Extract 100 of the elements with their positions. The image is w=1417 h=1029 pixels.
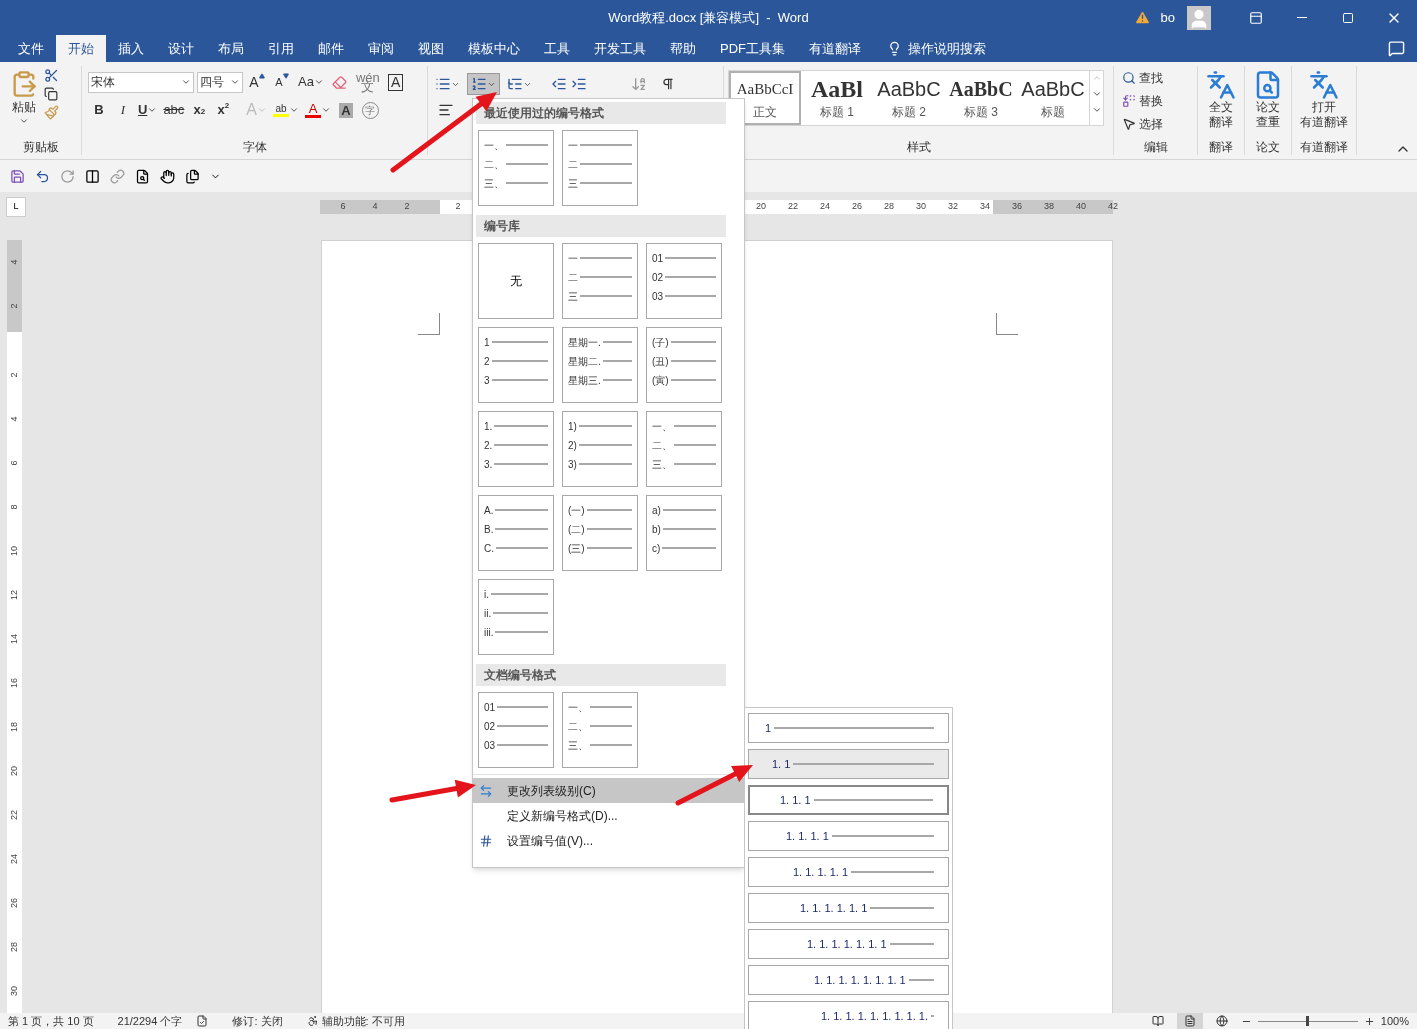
track-changes-status[interactable]: 修订: 关闭: [232, 1012, 283, 1029]
menu-tab[interactable]: 文件: [6, 35, 56, 62]
font-color-button[interactable]: A: [303, 99, 334, 121]
list-level-option[interactable]: 1: [748, 713, 949, 743]
numbering-format-tile[interactable]: 无: [478, 243, 554, 319]
grow-font-button[interactable]: A: [246, 71, 268, 93]
shrink-font-button[interactable]: A: [271, 71, 293, 93]
accessibility-status[interactable]: 辅助功能: 不可用: [321, 1012, 405, 1029]
list-level-option[interactable]: 1. 1. 1. 1. 1. 1. 1. 1. 1.: [748, 1001, 949, 1029]
menu-tab[interactable]: 审阅: [356, 35, 406, 62]
highlight-button[interactable]: ab: [271, 99, 302, 121]
menu-tab[interactable]: PDF工具集: [708, 35, 797, 62]
list-level-option[interactable]: 1. 1. 1. 1. 1. 1. 1. 1: [748, 965, 949, 995]
menu-tab[interactable]: 视图: [406, 35, 456, 62]
zoom-in-icon[interactable]: [1363, 1015, 1375, 1027]
font-name-field[interactable]: 宋体: [88, 71, 194, 93]
list-level-option[interactable]: 1. 1. 1: [748, 785, 949, 815]
style-preset[interactable]: AaBbC 标题 2: [873, 71, 945, 125]
change-case-button[interactable]: Aa: [296, 71, 326, 93]
numbering-format-tile[interactable]: 一、 二、 三、: [478, 130, 554, 206]
numbering-format-tile[interactable]: 01 02 03: [478, 692, 554, 768]
menu-tab[interactable]: 有道翻译: [797, 35, 873, 62]
tab-selector[interactable]: L: [6, 197, 26, 217]
numbering-format-tile[interactable]: 一、 二、 三、: [646, 411, 722, 487]
menu-tab[interactable]: 引用: [256, 35, 306, 62]
ribbon-large-button[interactable]: 全文 翻译: [1206, 66, 1236, 130]
ruler-number: 10: [7, 545, 20, 558]
proofing-icon[interactable]: [196, 1015, 209, 1027]
zoom-slider-thumb[interactable]: [1306, 1016, 1310, 1026]
numbering-format-tile[interactable]: 01 02 03: [646, 243, 722, 319]
cut-icon[interactable]: [44, 68, 59, 83]
list-level-option[interactable]: 1. 1. 1. 1. 1. 1. 1: [748, 929, 949, 959]
sort-icon[interactable]: [631, 76, 647, 92]
underline-button[interactable]: U: [136, 99, 160, 121]
menu-item[interactable]: 更改列表级别(C): [473, 778, 744, 803]
menu-item[interactable]: 定义新编号格式(D)...: [473, 803, 744, 828]
numbering-format-tile[interactable]: 一、 二、 三、: [562, 692, 638, 768]
save-icon[interactable]: [10, 168, 25, 184]
ribbon-large-button[interactable]: 打开 有道翻译: [1300, 66, 1348, 130]
editing-command[interactable]: 选择: [1122, 112, 1189, 135]
menu-tab[interactable]: 模板中心: [456, 35, 532, 62]
print-preview-icon[interactable]: [135, 168, 150, 184]
menu-tab[interactable]: 设计: [156, 35, 206, 62]
superscript-button[interactable]: x$^{2}$: [212, 99, 235, 121]
numbering-format-tile[interactable]: 星期一. 星期二. 星期三.: [562, 327, 638, 403]
numbering-format-tile[interactable]: 1. 2. 3.: [478, 411, 554, 487]
menu-tab[interactable]: 邮件: [306, 35, 356, 62]
menu-tab[interactable]: 插入: [106, 35, 156, 62]
decrease-indent-icon[interactable]: [551, 76, 567, 92]
undo-icon[interactable]: [35, 168, 50, 184]
show-marks-icon[interactable]: [661, 77, 675, 91]
numbering-format-tile[interactable]: 一 二 三: [562, 130, 638, 206]
list-level-option[interactable]: 1. 1. 1. 1. 1: [748, 857, 949, 887]
numbering-format-tile[interactable]: a) b) c): [646, 495, 722, 571]
menu-tab[interactable]: 帮助: [658, 35, 708, 62]
italic-button[interactable]: I: [112, 99, 134, 121]
bold-button[interactable]: B: [88, 99, 110, 121]
style-preset[interactable]: AaBl 标题 1: [801, 71, 873, 125]
character-shading-button[interactable]: A: [335, 99, 358, 121]
copy-icon[interactable]: [44, 87, 58, 101]
list-level-option[interactable]: 1. 1: [748, 749, 949, 779]
ribbon-display-icon: [1249, 10, 1263, 25]
numbering-format-tile[interactable]: (子) (丑) (寅): [646, 327, 722, 403]
list-level-option[interactable]: 1. 1. 1. 1. 1. 1: [748, 893, 949, 923]
view-mode-button[interactable]: [1176, 1013, 1203, 1029]
phonetic-guide-button[interactable]: wén 文: [353, 71, 382, 93]
ribbon-large-button[interactable]: 论文 查重: [1253, 66, 1283, 130]
numbering-format-tile[interactable]: A. B. C.: [478, 495, 554, 571]
numbering-button[interactable]: [467, 73, 500, 95]
zoom-level[interactable]: 100%: [1380, 1012, 1409, 1029]
align-left-icon[interactable]: [438, 102, 454, 118]
menu-item[interactable]: 设置编号值(V)...: [473, 828, 744, 853]
tell-me-search[interactable]: 操作说明搜索: [902, 35, 992, 62]
increase-indent-icon[interactable]: [571, 76, 587, 92]
strikethrough-button[interactable]: abc: [161, 99, 187, 121]
page-count[interactable]: 第 1 页，共 10 页: [8, 1012, 94, 1029]
style-preset[interactable]: AaBbC 标题 3: [945, 71, 1017, 125]
numbering-format-tile[interactable]: (一) (二) (三): [562, 495, 638, 571]
list-level-option[interactable]: 1. 1. 1. 1: [748, 821, 949, 851]
editing-command[interactable]: 查找: [1122, 66, 1189, 89]
numbering-format-tile[interactable]: 一 二 三: [562, 243, 638, 319]
style-preset[interactable]: AaBbC 标题: [1017, 71, 1089, 125]
word-count[interactable]: 21/2294 个字: [117, 1012, 183, 1029]
comments-icon[interactable]: [1388, 40, 1405, 57]
editing-command[interactable]: 替换: [1122, 89, 1189, 112]
menu-tab[interactable]: 布局: [206, 35, 256, 62]
menu-tab[interactable]: 开始: [56, 35, 106, 62]
menu-tab[interactable]: 开发工具: [582, 35, 658, 62]
hand-icon[interactable]: [160, 168, 175, 184]
zoom-slider[interactable]: [1257, 1015, 1358, 1027]
gallery-more-icon[interactable]: [1091, 105, 1102, 115]
numbering-format-tile[interactable]: i. ii. iii.: [478, 579, 554, 655]
gallery-down-icon[interactable]: [1091, 89, 1102, 99]
numbering-format-tile[interactable]: 1 2 3: [478, 327, 554, 403]
paste-button[interactable]: 粘贴: [10, 66, 38, 139]
font-size-field[interactable]: 四号: [197, 71, 243, 93]
columns-icon[interactable]: [85, 168, 100, 184]
numbering-format-tile[interactable]: 1) 2) 3): [562, 411, 638, 487]
documents-icon[interactable]: [185, 168, 200, 184]
menu-tab[interactable]: 工具: [532, 35, 582, 62]
